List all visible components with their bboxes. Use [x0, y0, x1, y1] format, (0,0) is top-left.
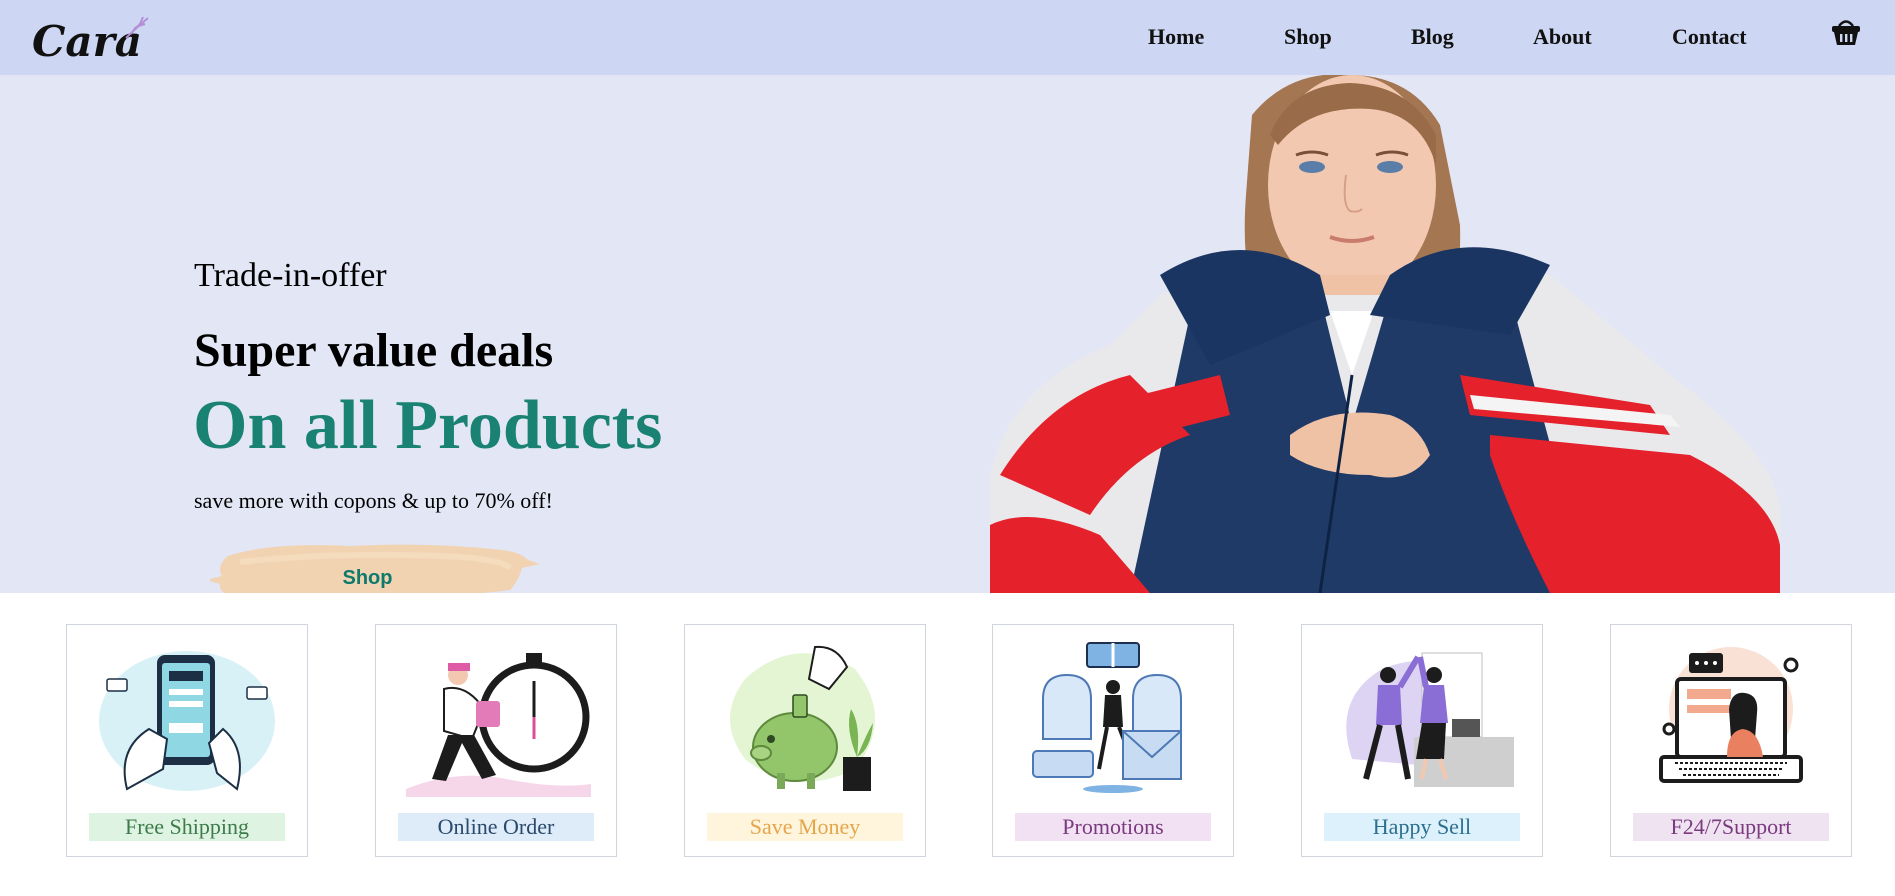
laptop-support-illustration: [1659, 647, 1803, 783]
shop-button-label: Shop: [342, 567, 393, 589]
shopping-basket-icon[interactable]: [1829, 14, 1863, 48]
feature-card-free-shipping[interactable]: Free Shipping: [66, 624, 308, 857]
nav-home[interactable]: Home: [1148, 24, 1204, 50]
hero-heading: Super value deals: [194, 324, 554, 377]
piggy-bank-illustration: [730, 645, 875, 791]
phone-payment-illustration: [99, 651, 275, 791]
hero-section: Trade-in-offer Super value deals On all …: [0, 75, 1895, 593]
stopwatch-runner-illustration: [406, 653, 591, 797]
gift-promotion-illustration: [1032, 642, 1182, 793]
svg-text:Cara: Cara: [32, 17, 142, 66]
hero-text: save more with copons & up to 70% off!: [194, 488, 553, 513]
feature-label: F24/7Support: [1633, 813, 1829, 841]
feature-card-promotions[interactable]: Promotions: [992, 624, 1234, 857]
site-header: Cara Home Shop Blog About Contact: [0, 0, 1895, 75]
nav-shop[interactable]: Shop: [1284, 24, 1332, 50]
hero-subtitle: Trade-in-offer: [194, 257, 387, 294]
feature-card-online-order[interactable]: Online Order: [375, 624, 617, 857]
nav-contact[interactable]: Contact: [1672, 24, 1747, 50]
feature-card-happy-sell[interactable]: Happy Sell: [1301, 624, 1543, 857]
feature-card-save-money[interactable]: Save Money: [684, 624, 926, 857]
nav-about[interactable]: About: [1533, 24, 1592, 50]
nav-blog[interactable]: Blog: [1411, 24, 1454, 50]
feature-label: Save Money: [707, 813, 903, 841]
feature-label: Happy Sell: [1324, 813, 1520, 841]
feature-label: Online Order: [398, 813, 594, 841]
hero-model-image: [990, 75, 1780, 593]
feature-label: Free Shipping: [89, 813, 285, 841]
hero-headline: On all Products: [193, 387, 663, 464]
cara-logo[interactable]: Cara: [30, 8, 155, 68]
high-five-illustration: [1346, 652, 1514, 787]
feature-card-support[interactable]: F24/7Support: [1610, 624, 1852, 857]
feature-label: Promotions: [1015, 813, 1211, 841]
shop-now-button[interactable]: Shop: [210, 538, 540, 593]
